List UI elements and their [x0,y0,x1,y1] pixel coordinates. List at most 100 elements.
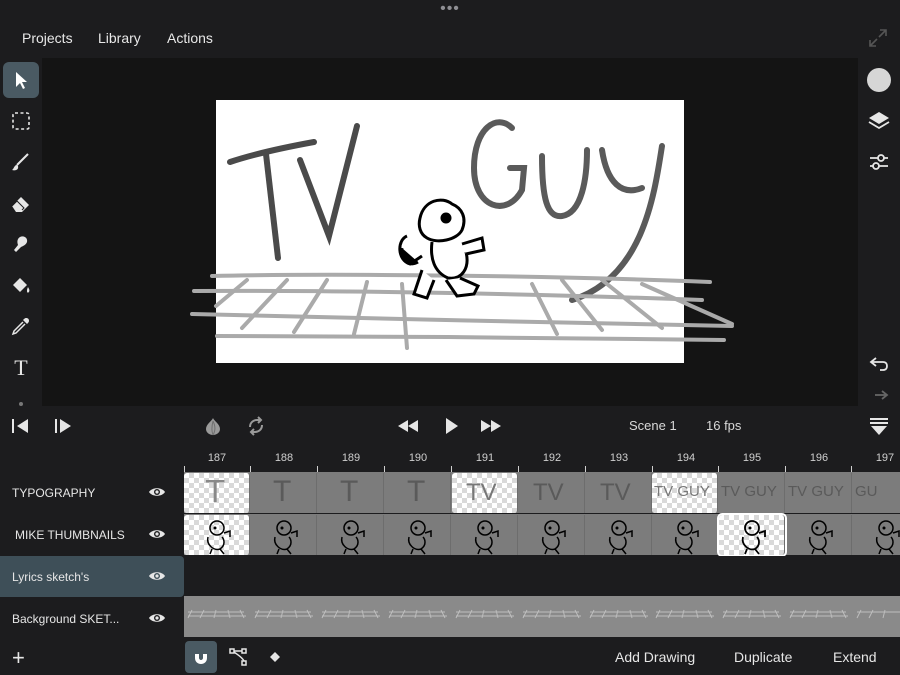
smudge-tool[interactable] [3,226,39,262]
eraser-tool[interactable] [3,185,39,221]
keyframe-button[interactable] [259,641,291,673]
brush-icon [12,153,29,171]
character-thumbnail [674,520,699,555]
play-icon [446,418,458,434]
frame-cell[interactable] [385,515,451,555]
duplicate-button[interactable]: Duplicate [734,649,792,665]
frame-cell[interactable] [652,515,718,555]
track-background-sketch[interactable] [184,596,900,637]
onion-skin-button[interactable] [200,414,226,438]
layers-button[interactable] [865,107,893,135]
cell-thumbnail-text: T [273,475,292,508]
frame-cell[interactable] [853,515,900,555]
cell-thumbnail-text: TV GUY [654,483,710,500]
previous-frame-button[interactable] [8,414,34,438]
cell-thumbnail-text: GU [855,483,878,500]
fast-forward-button[interactable] [478,414,504,438]
layer-name: Background SKET... [12,611,120,626]
undo-button[interactable] [865,350,893,378]
redo-button[interactable] [865,388,893,406]
fullscreen-icon[interactable] [866,26,890,50]
cell-thumbnail-text: TV GUY [721,483,777,500]
frame-cell[interactable]: TV GUY [786,473,852,513]
fast-forward-icon [481,420,501,432]
frame-cell[interactable]: T [251,473,317,513]
frame-ruler[interactable]: 187 188 189 190 191 192 193 194 195 196 … [184,446,900,472]
frame-cell[interactable] [786,515,852,555]
tool-palette: T [0,58,42,406]
frame-cell[interactable] [586,515,652,555]
frame-cell-keyframe[interactable] [184,515,250,555]
timeline-tracks[interactable]: T T T T TV TV TV TV GUY TV GUY TV GUY GU [184,472,900,638]
scene-selector[interactable]: Scene 1 [629,418,677,433]
eyedropper-tool[interactable] [3,308,39,344]
text-tool[interactable]: T [3,350,39,386]
add-drawing-button[interactable]: Add Drawing [615,649,695,665]
track-lyrics-sketch[interactable] [184,556,900,596]
cell-thumbnail-text: T [206,475,225,510]
frame-cell[interactable] [452,515,518,555]
step-back-icon [12,419,28,433]
frame-number: 188 [274,452,294,464]
frame-cell[interactable]: T [385,473,451,513]
layer-typography[interactable]: TYPOGRAPHY [0,472,184,513]
frame-cell-current[interactable] [717,513,787,557]
character-thumbnail [340,520,365,555]
frame-number: 196 [809,452,829,464]
arrow-cursor-icon [16,72,27,89]
frame-cell[interactable]: TV [586,473,652,513]
frame-cell[interactable]: T [318,473,384,513]
frame-number: 191 [475,452,495,464]
frame-cell[interactable] [251,515,317,555]
cell-thumbnail-text: TV [533,479,564,506]
add-layer-button[interactable]: + [12,645,25,671]
loop-icon [249,416,263,436]
play-button[interactable] [438,414,464,438]
visibility-eye-icon[interactable] [148,569,166,583]
layer-name: TYPOGRAPHY [12,485,96,500]
color-swatch[interactable] [865,66,893,94]
bezier-path-icon [229,648,247,666]
character-thumbnail [808,520,833,555]
dashed-selection-icon [12,112,30,130]
visibility-eye-icon[interactable] [148,611,166,625]
layer-lyrics-sketch[interactable]: Lyrics sketch's [0,556,184,597]
next-frame-button[interactable] [50,414,76,438]
frame-number: 190 [408,452,428,464]
timeline-collapse-button[interactable] [866,414,892,438]
adjustments-button[interactable] [865,148,893,176]
redo-icon [875,390,889,400]
menu-actions[interactable]: Actions [167,30,213,46]
frame-cell-keyframe[interactable]: TV [452,473,518,513]
marquee-tool[interactable] [3,103,39,139]
select-tool[interactable] [3,62,39,98]
character-thumbnail [474,520,499,555]
menu-projects[interactable]: Projects [22,30,73,46]
menu-library[interactable]: Library [98,30,141,46]
visibility-eye-icon[interactable] [148,485,166,499]
visibility-eye-icon[interactable] [148,527,166,541]
frame-cell[interactable] [519,515,585,555]
frame-cell[interactable] [318,515,384,555]
layer-mike-thumbnails[interactable]: MIKE THUMBNAILS [0,514,184,555]
layer-background-sketch[interactable]: Background SKET... [0,598,184,639]
fps-setting[interactable]: 16 fps [706,418,741,433]
frame-cell-keyframe[interactable]: TV GUY [652,473,718,513]
loop-button[interactable] [243,414,269,438]
eyedropper-icon [11,318,29,336]
current-color-icon [867,68,891,92]
extend-button[interactable]: Extend [833,649,877,665]
frame-cell-keyframe[interactable]: T [184,473,250,513]
window-handle[interactable]: ••• [0,1,900,17]
frame-cell[interactable]: TV GUY [719,473,785,513]
frame-cell[interactable]: TV [519,473,585,513]
fill-tool[interactable] [3,267,39,303]
frame-cell[interactable]: GU [853,473,900,513]
layer-name: MIKE THUMBNAILS [15,527,125,542]
canvas-viewport[interactable] [42,58,858,406]
rewind-button[interactable] [395,414,421,438]
path-tool-button[interactable] [222,641,254,673]
brush-tool[interactable] [3,144,39,180]
step-forward-icon [55,419,71,433]
snap-toggle[interactable] [185,641,217,673]
